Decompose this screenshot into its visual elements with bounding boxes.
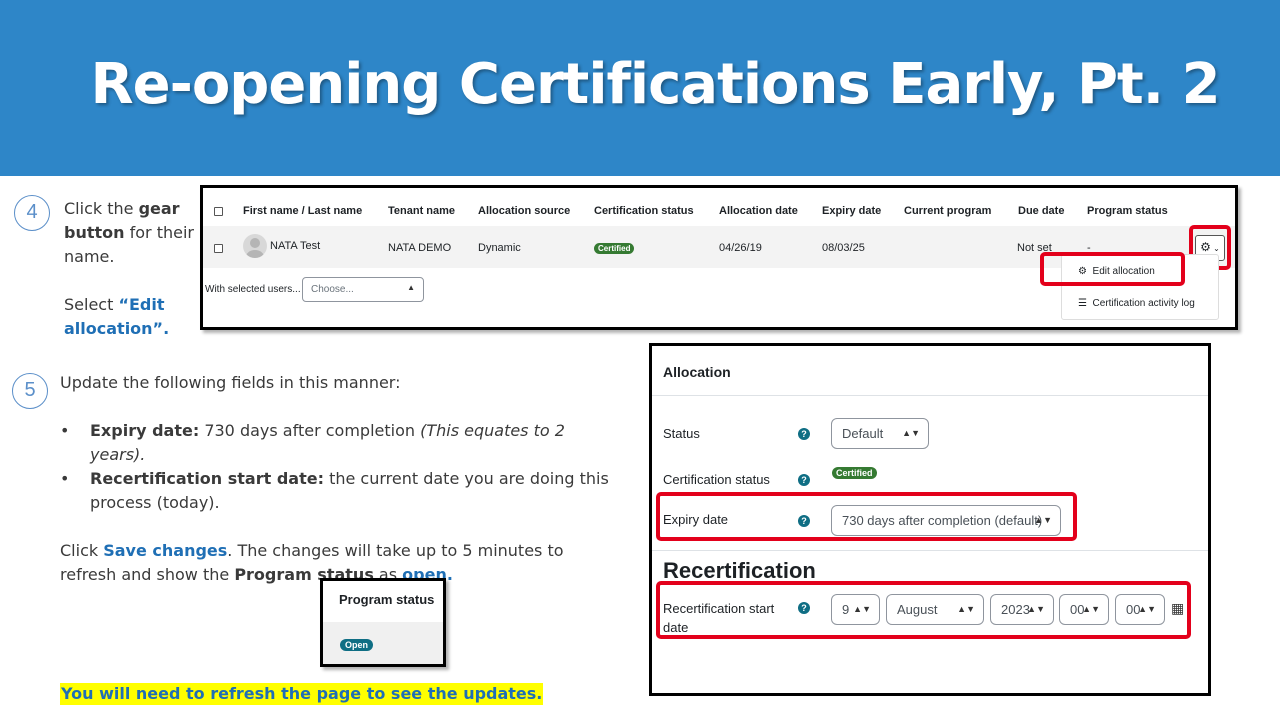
edit-allocation-highlight — [1040, 252, 1185, 286]
col-name[interactable]: First name / Last name — [243, 205, 362, 217]
program-status-header: Program status — [339, 592, 435, 607]
recert-date-highlight — [656, 581, 1191, 639]
tenant-value: NATA DEMO — [388, 242, 452, 254]
status-select[interactable]: Default ▲▼ — [831, 418, 929, 449]
select-arrows-icon: ▲▼ — [902, 428, 920, 438]
step-4-text-3: Select — [64, 295, 119, 314]
allocation-form-screenshot: Allocation Status ? Default ▲▼ Certificat… — [649, 343, 1211, 696]
with-selected-label: With selected users... — [205, 284, 301, 295]
allocation-section-title: Allocation — [663, 364, 731, 380]
bulk-action-value: Choose... — [311, 284, 354, 295]
col-cert-status[interactable]: Certification status — [594, 205, 694, 217]
col-source[interactable]: Allocation source — [478, 205, 570, 217]
expiry-value: 08/03/25 — [822, 242, 865, 254]
source-value: Dynamic — [478, 242, 521, 254]
step-4-instructions: Click the gear button for their name. Se… — [64, 197, 199, 341]
row-checkbox[interactable] — [214, 244, 223, 253]
step-5-instructions: Update the following fields in this mann… — [60, 371, 620, 587]
open-badge: Open — [340, 639, 374, 651]
cert-status-label: Certification status — [663, 472, 770, 487]
bullet-expiry-text: 730 days after completion — [199, 421, 421, 440]
divider — [652, 395, 1208, 396]
status-select-value: Default — [842, 426, 884, 441]
refresh-note: You will need to refresh the page to see… — [60, 683, 544, 705]
divider — [652, 550, 1208, 551]
save-changes-text: Save changes — [103, 541, 228, 560]
step-4-button-word: button — [64, 223, 125, 242]
user-name-link[interactable]: NATA Test — [270, 240, 320, 252]
select-all-checkbox[interactable] — [214, 207, 223, 216]
certified-badge: Certified — [594, 243, 635, 254]
list-icon: ☰ — [1078, 298, 1087, 309]
alloc-date-value: 04/26/19 — [719, 242, 762, 254]
col-current-program[interactable]: Current program — [904, 205, 991, 217]
expiry-highlight — [656, 492, 1077, 541]
step-4-gear-word: gear — [138, 199, 180, 218]
bullet-recert: Recertification start date: the current … — [60, 467, 620, 515]
col-alloc-date[interactable]: Allocation date — [719, 205, 798, 217]
step-5-number: 5 — [12, 373, 48, 409]
step-4-number: 4 — [14, 195, 50, 231]
title-banner: Re-opening Certifications Early, Pt. 2 — [0, 0, 1280, 176]
menu-activity-log[interactable]: ☰ Certification activity log — [1078, 298, 1195, 309]
bullet-expiry: Expiry date: 730 days after completion (… — [60, 419, 620, 467]
col-due-date[interactable]: Due date — [1018, 205, 1064, 217]
help-icon[interactable]: ? — [798, 428, 810, 440]
avatar — [243, 234, 267, 258]
step-5-intro: Update the following fields in this mann… — [60, 373, 401, 392]
bulk-action-select[interactable]: Choose... ▲ — [302, 277, 424, 302]
save-text-1: Click — [60, 541, 104, 560]
certified-badge: Certified — [832, 467, 877, 479]
bullet-expiry-label: Expiry date: — [90, 421, 200, 440]
col-program-status[interactable]: Program status — [1087, 205, 1168, 217]
col-tenant[interactable]: Tenant name — [388, 205, 455, 217]
select-arrows-icon: ▲ — [407, 283, 415, 292]
program-status-screenshot: Program status Open — [320, 578, 446, 667]
users-table-screenshot: First name / Last name Tenant name Alloc… — [200, 185, 1238, 330]
status-label: Status — [663, 426, 700, 441]
step-4-text-1: Click the — [64, 199, 139, 218]
menu-log-label: Certification activity log — [1092, 298, 1195, 309]
help-icon[interactable]: ? — [798, 474, 810, 486]
bullet-recert-label: Recertification start date: — [90, 469, 324, 488]
slide-title: Re-opening Certifications Early, Pt. 2 — [90, 52, 1220, 117]
col-expiry[interactable]: Expiry date — [822, 205, 881, 217]
